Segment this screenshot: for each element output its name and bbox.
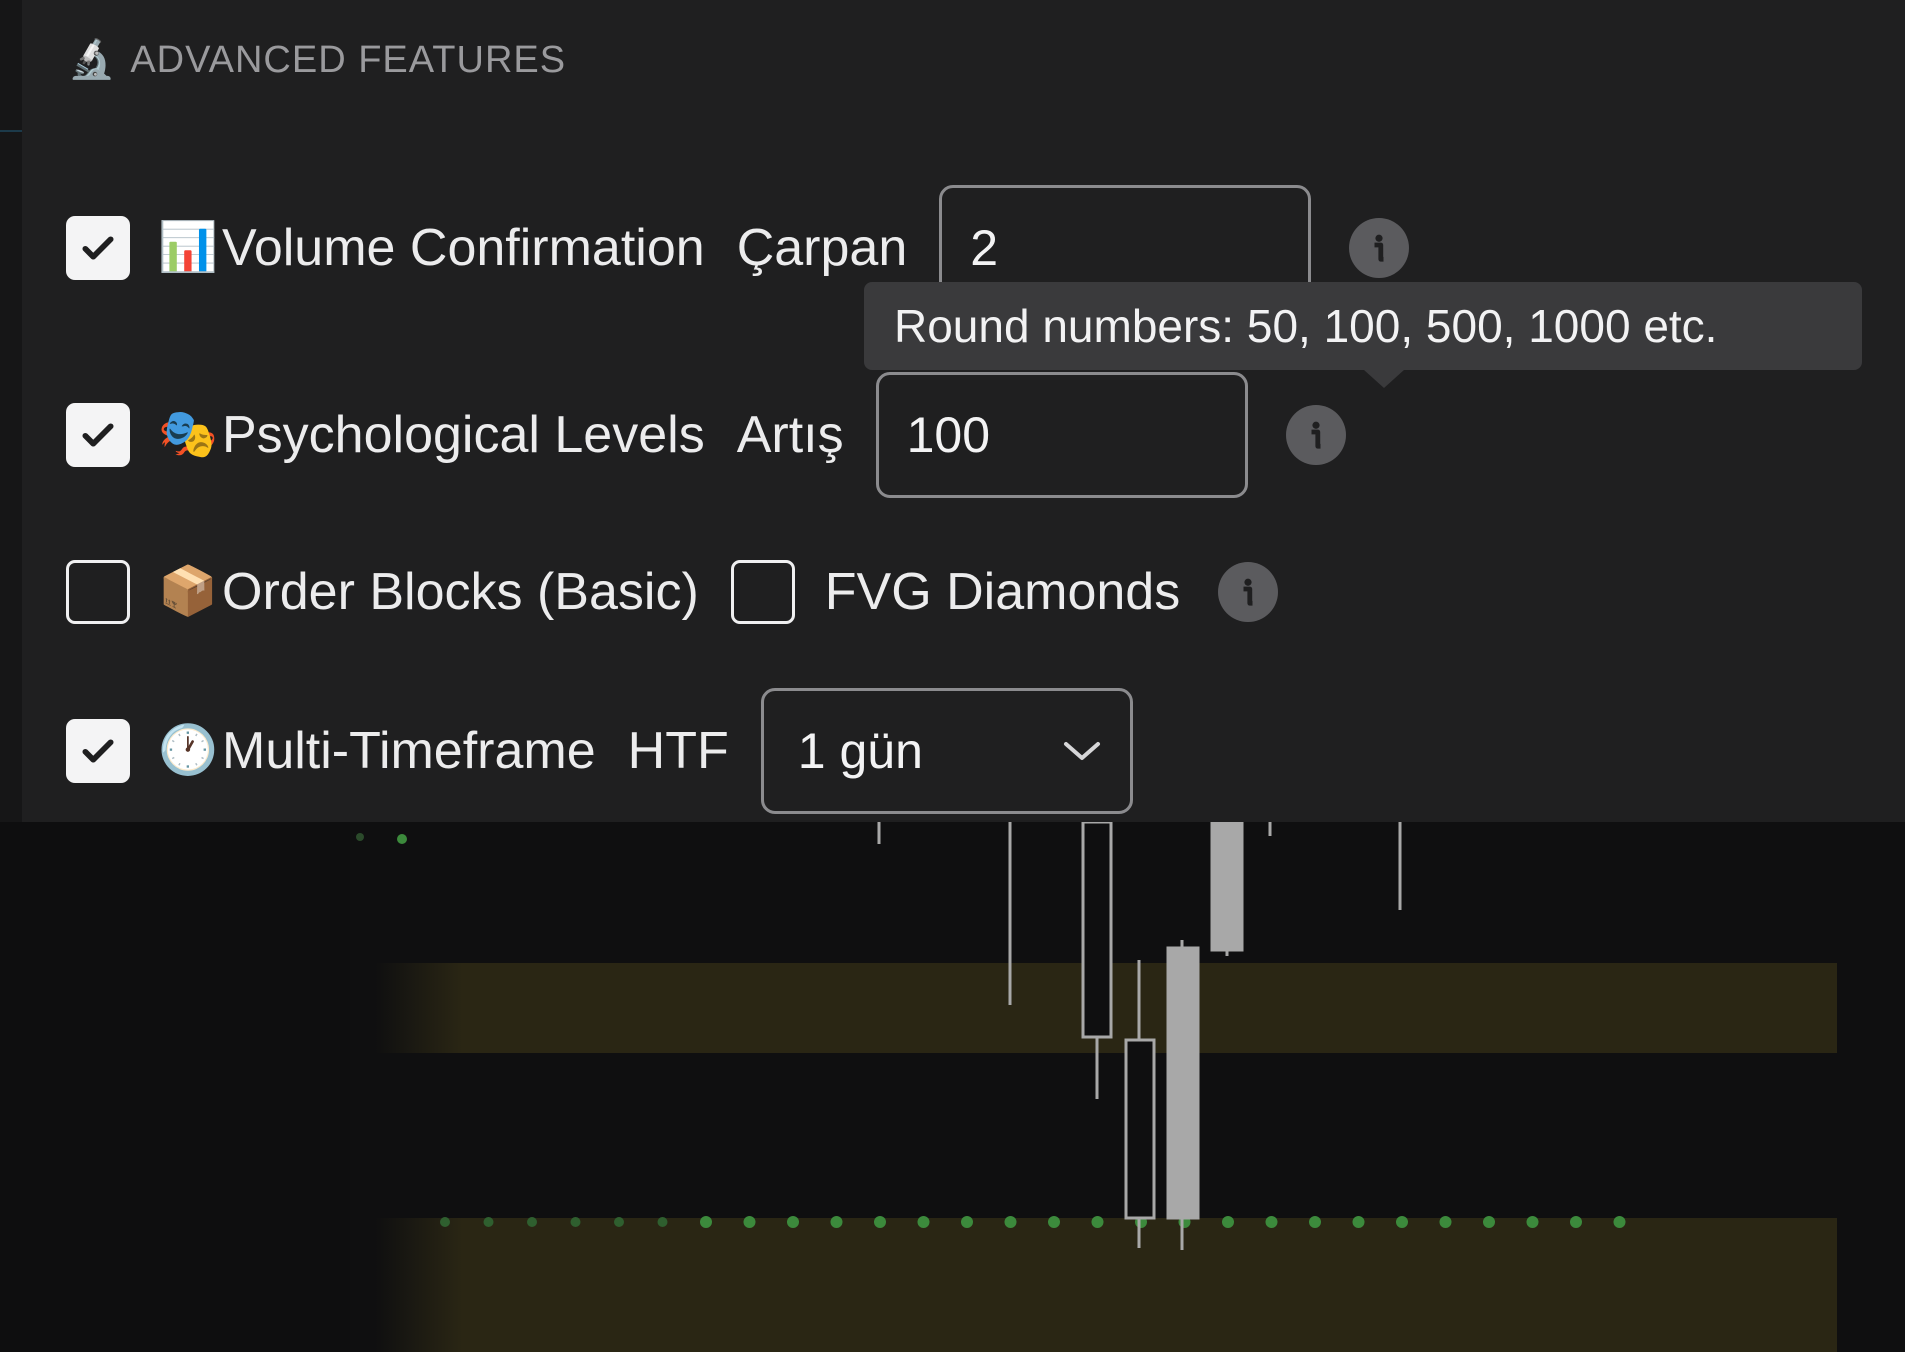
level-dot	[787, 1216, 799, 1228]
level-dot	[614, 1217, 624, 1227]
checkmark-icon	[82, 739, 114, 763]
level-dot	[1222, 1216, 1234, 1228]
package-icon: 📦	[158, 565, 218, 618]
psychological-levels-row: 🎭 Psychological Levels Artış	[66, 370, 1346, 500]
level-dot	[397, 834, 407, 844]
psychological-levels-tooltip: Round numbers: 50, 100, 500, 1000 etc.	[864, 282, 1862, 388]
increment-label: Artış	[736, 406, 844, 464]
fvg-diamonds-label: FVG Diamonds	[824, 563, 1181, 621]
level-dot	[527, 1217, 537, 1227]
psychological-levels-checkbox[interactable]	[66, 403, 130, 467]
level-dot	[874, 1216, 886, 1228]
info-glyph	[1374, 234, 1384, 262]
level-dot	[1004, 1216, 1017, 1228]
left-edge-accent	[0, 130, 22, 132]
microscope-icon: 🔬	[68, 39, 117, 81]
order-blocks-checkbox[interactable]	[66, 560, 130, 624]
section-title: ADVANCED FEATURES	[130, 38, 567, 81]
info-icon[interactable]	[1349, 218, 1410, 278]
level-dot	[961, 1216, 973, 1228]
bull-candle	[1166, 946, 1200, 1220]
demand-zone	[375, 1218, 1837, 1352]
bar-chart-icon: 📊	[158, 221, 218, 274]
level-dot	[743, 1216, 756, 1228]
multi-timeframe-checkbox[interactable]	[66, 719, 130, 783]
info-icon[interactable]	[1285, 405, 1346, 465]
clock-icon: 🕐	[158, 724, 218, 777]
level-dot	[1526, 1216, 1539, 1228]
level-dot	[1091, 1216, 1104, 1228]
chevron-down-icon	[1063, 742, 1100, 760]
level-dot	[1309, 1216, 1321, 1228]
tooltip-arrow	[1364, 370, 1404, 388]
multi-timeframe-row: 🕐 Multi-Timeframe HTF 1 gün	[66, 686, 1133, 816]
level-dot	[1439, 1216, 1452, 1228]
htf-select[interactable]: 1 gün	[760, 688, 1133, 814]
fvg-diamonds-checkbox[interactable]	[730, 560, 795, 624]
multiplier-label: Çarpan	[736, 219, 908, 277]
order-blocks-label: Order Blocks (Basic)	[222, 563, 699, 621]
level-dot	[570, 1217, 581, 1227]
tooltip-text: Round numbers: 50, 100, 500, 1000 etc.	[894, 300, 1718, 352]
bear-candle	[1081, 820, 1113, 1039]
order-blocks-row: 📦 Order Blocks (Basic) FVG Diamonds	[66, 527, 1279, 657]
checkmark-icon	[82, 236, 114, 260]
level-dot	[356, 833, 364, 841]
htf-selected-value: 1 gün	[797, 723, 923, 779]
level-dot	[830, 1216, 843, 1228]
level-dot	[440, 1217, 450, 1227]
section-header: 🔬 ADVANCED FEATURES	[68, 36, 566, 84]
info-glyph	[1243, 578, 1253, 606]
level-dot	[483, 1217, 494, 1227]
level-dot	[917, 1216, 930, 1228]
level-dot	[1396, 1216, 1408, 1228]
left-edge-strip	[0, 0, 22, 822]
multi-timeframe-label: Multi-Timeframe	[222, 722, 596, 780]
level-dot	[1570, 1216, 1582, 1228]
info-glyph	[1311, 421, 1321, 449]
volume-confirmation-label: Volume Confirmation	[222, 219, 705, 277]
level-dot	[1613, 1216, 1626, 1228]
level-dot	[1265, 1216, 1278, 1228]
volume-confirmation-checkbox[interactable]	[66, 216, 130, 280]
level-dot	[1483, 1216, 1495, 1228]
checkmark-icon	[82, 423, 114, 447]
level-dot	[700, 1216, 712, 1228]
level-dot	[1352, 1216, 1365, 1228]
bear-candle	[1124, 1038, 1156, 1220]
bull-candle	[1210, 820, 1244, 952]
level-dot	[657, 1217, 668, 1227]
advanced-features-panel: 🔬 ADVANCED FEATURES 📊 Volume Confirmatio…	[22, 0, 1905, 822]
level-dot	[1048, 1216, 1060, 1228]
increment-input[interactable]	[875, 372, 1248, 498]
psychological-levels-label: Psychological Levels	[222, 406, 705, 464]
theater-masks-icon: 🎭	[158, 408, 218, 461]
htf-label: HTF	[627, 722, 729, 780]
info-icon[interactable]	[1218, 562, 1279, 622]
